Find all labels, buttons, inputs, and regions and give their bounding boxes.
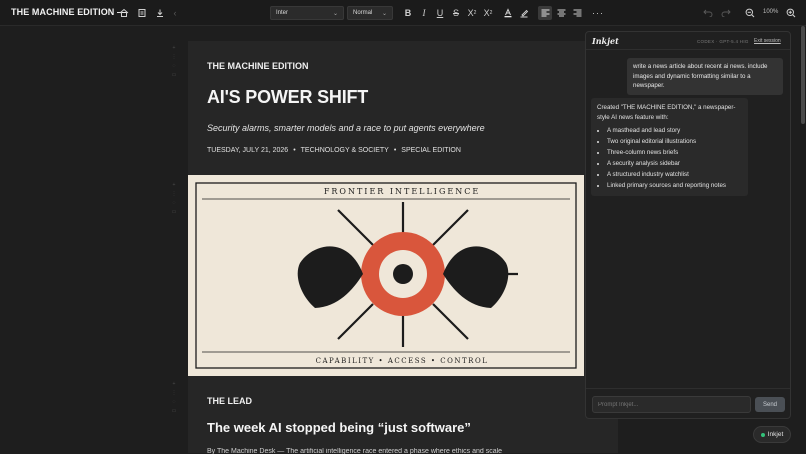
illustration-top-caption: FRONTIER INTELLIGENCE (324, 187, 480, 196)
redo-icon[interactable] (719, 6, 733, 20)
list-item: A structured industry watchlist (607, 169, 742, 180)
edition-name: SPECIAL EDITION (401, 147, 461, 154)
dateline: TUESDAY, JULY 21, 2026 • TECHNOLOGY & SOCI… (207, 147, 461, 154)
status-dot-icon (760, 432, 765, 437)
superscript-icon[interactable]: X2 (481, 6, 495, 20)
inkjet-toggle-label: Inkjet (767, 431, 784, 438)
zoom-out-icon[interactable] (743, 6, 757, 20)
comment-icon[interactable]: ◌ (173, 201, 176, 206)
model-label: CODEX · GPT-5.4 HIG (697, 39, 749, 44)
assistant-intro: Created "THE MACHINE EDITION," a newspap… (597, 104, 736, 121)
block-style-value: Normal (353, 10, 373, 16)
section-name: TECHNOLOGY & SOCIETY (300, 147, 389, 154)
exit-session-link[interactable]: Exit session (754, 38, 781, 44)
zoom-level: 100% (763, 9, 779, 15)
drag-handle-icon[interactable]: ⋮ (172, 192, 177, 197)
home-icon[interactable] (117, 6, 131, 20)
document-page[interactable]: THE MACHINE EDITION AI'S POWER SHIFT Sec… (188, 41, 618, 454)
comment-icon[interactable]: ◌ (173, 64, 176, 69)
assistant-list: A masthead and lead story Two original e… (597, 125, 742, 191)
headline: AI'S POWER SHIFT (207, 87, 369, 107)
undo-icon[interactable] (701, 6, 715, 20)
user-message: write a news article about recent ai new… (627, 58, 783, 95)
strikethrough-icon[interactable]: S (449, 6, 463, 20)
masthead-kicker: THE MACHINE EDITION (207, 61, 309, 71)
italic-icon[interactable]: I (417, 6, 431, 20)
align-center-icon[interactable] (554, 6, 568, 20)
issue-date: TUESDAY, JULY 21, 2026 (207, 147, 289, 154)
separator-dot: • (293, 147, 296, 154)
font-family-value: Inter (276, 10, 289, 16)
block-handle[interactable]: + ⋮ ◌ ▭ (166, 183, 182, 215)
underline-icon[interactable]: U (433, 6, 447, 20)
align-right-icon[interactable] (570, 6, 584, 20)
list-item: A masthead and lead story (607, 125, 742, 136)
editorial-illustration[interactable]: FRONTIER INTELLIGENCE CAPABILITY • ACCES… (188, 175, 584, 376)
assistant-logo: Inkjet (592, 36, 619, 46)
section-label: THE LEAD (207, 396, 252, 406)
list-item: A security analysis sidebar (607, 158, 742, 169)
drag-handle-icon[interactable]: ⋮ (172, 55, 177, 60)
assistant-panel: Inkjet CODEX · GPT-5.4 HIG Exit session … (585, 31, 791, 419)
inkjet-toggle-button[interactable]: Inkjet (753, 426, 791, 443)
separator-dot: • (393, 147, 397, 154)
font-family-select[interactable]: Inter ⌄ (270, 6, 344, 20)
prompt-input[interactable] (592, 396, 751, 413)
document-title[interactable]: THE MACHINE EDITION — (11, 7, 126, 17)
block-style-select[interactable]: Normal ⌄ (347, 6, 393, 20)
subscript-icon[interactable]: X2 (465, 6, 479, 20)
more-icon[interactable]: ‹ (168, 6, 182, 20)
top-toolbar: THE MACHINE EDITION — ‹ Inter ⌄ Normal ⌄… (0, 0, 806, 26)
illustration-bottom-caption: CAPABILITY • ACCESS • CONTROL (316, 357, 489, 365)
lead-headline: The week AI stopped being “just software… (207, 420, 471, 435)
send-button[interactable]: Send (755, 397, 785, 412)
block-plus-icon[interactable]: + (173, 183, 176, 188)
assistant-message: Created "THE MACHINE EDITION," a newspap… (591, 98, 748, 196)
align-left-icon[interactable] (538, 6, 552, 20)
bold-icon[interactable]: B (401, 6, 415, 20)
block-handle[interactable]: + ⋮ ◌ ▭ (166, 382, 182, 414)
scrollbar-thumb[interactable] (801, 26, 805, 124)
list-item: Three-column news briefs (607, 147, 742, 158)
highlight-icon[interactable] (517, 6, 531, 20)
prompt-bar: Send (586, 388, 790, 420)
block-handle[interactable]: + ⋮ ◌ ▭ (166, 46, 182, 78)
block-plus-icon[interactable]: + (173, 46, 176, 51)
lead-body-text: By The Machine Desk — The artificial int… (207, 448, 503, 454)
text-color-icon[interactable] (501, 6, 515, 20)
save-icon[interactable] (135, 6, 149, 20)
comment-icon[interactable]: ◌ (173, 400, 176, 405)
drag-handle-icon[interactable]: ⋮ (172, 391, 177, 396)
block-plus-icon[interactable]: + (173, 382, 176, 387)
delete-icon[interactable]: ▭ (172, 210, 177, 215)
chevron-down-icon: ⌄ (381, 10, 387, 17)
list-item: Linked primary sources and reporting not… (607, 180, 742, 191)
delete-icon[interactable]: ▭ (172, 409, 177, 414)
subheadline: Security alarms, smarter models and a ra… (207, 123, 485, 133)
list-item: Two original editorial illustrations (607, 136, 742, 147)
panel-header: Inkjet CODEX · GPT-5.4 HIG Exit session (586, 32, 790, 50)
download-icon[interactable] (153, 6, 167, 20)
scrollbar[interactable] (800, 26, 806, 453)
delete-icon[interactable]: ▭ (172, 73, 177, 78)
chevron-down-icon: ⌄ (332, 10, 338, 17)
more-options-icon[interactable]: ··· (591, 6, 605, 20)
zoom-in-icon[interactable] (784, 6, 798, 20)
